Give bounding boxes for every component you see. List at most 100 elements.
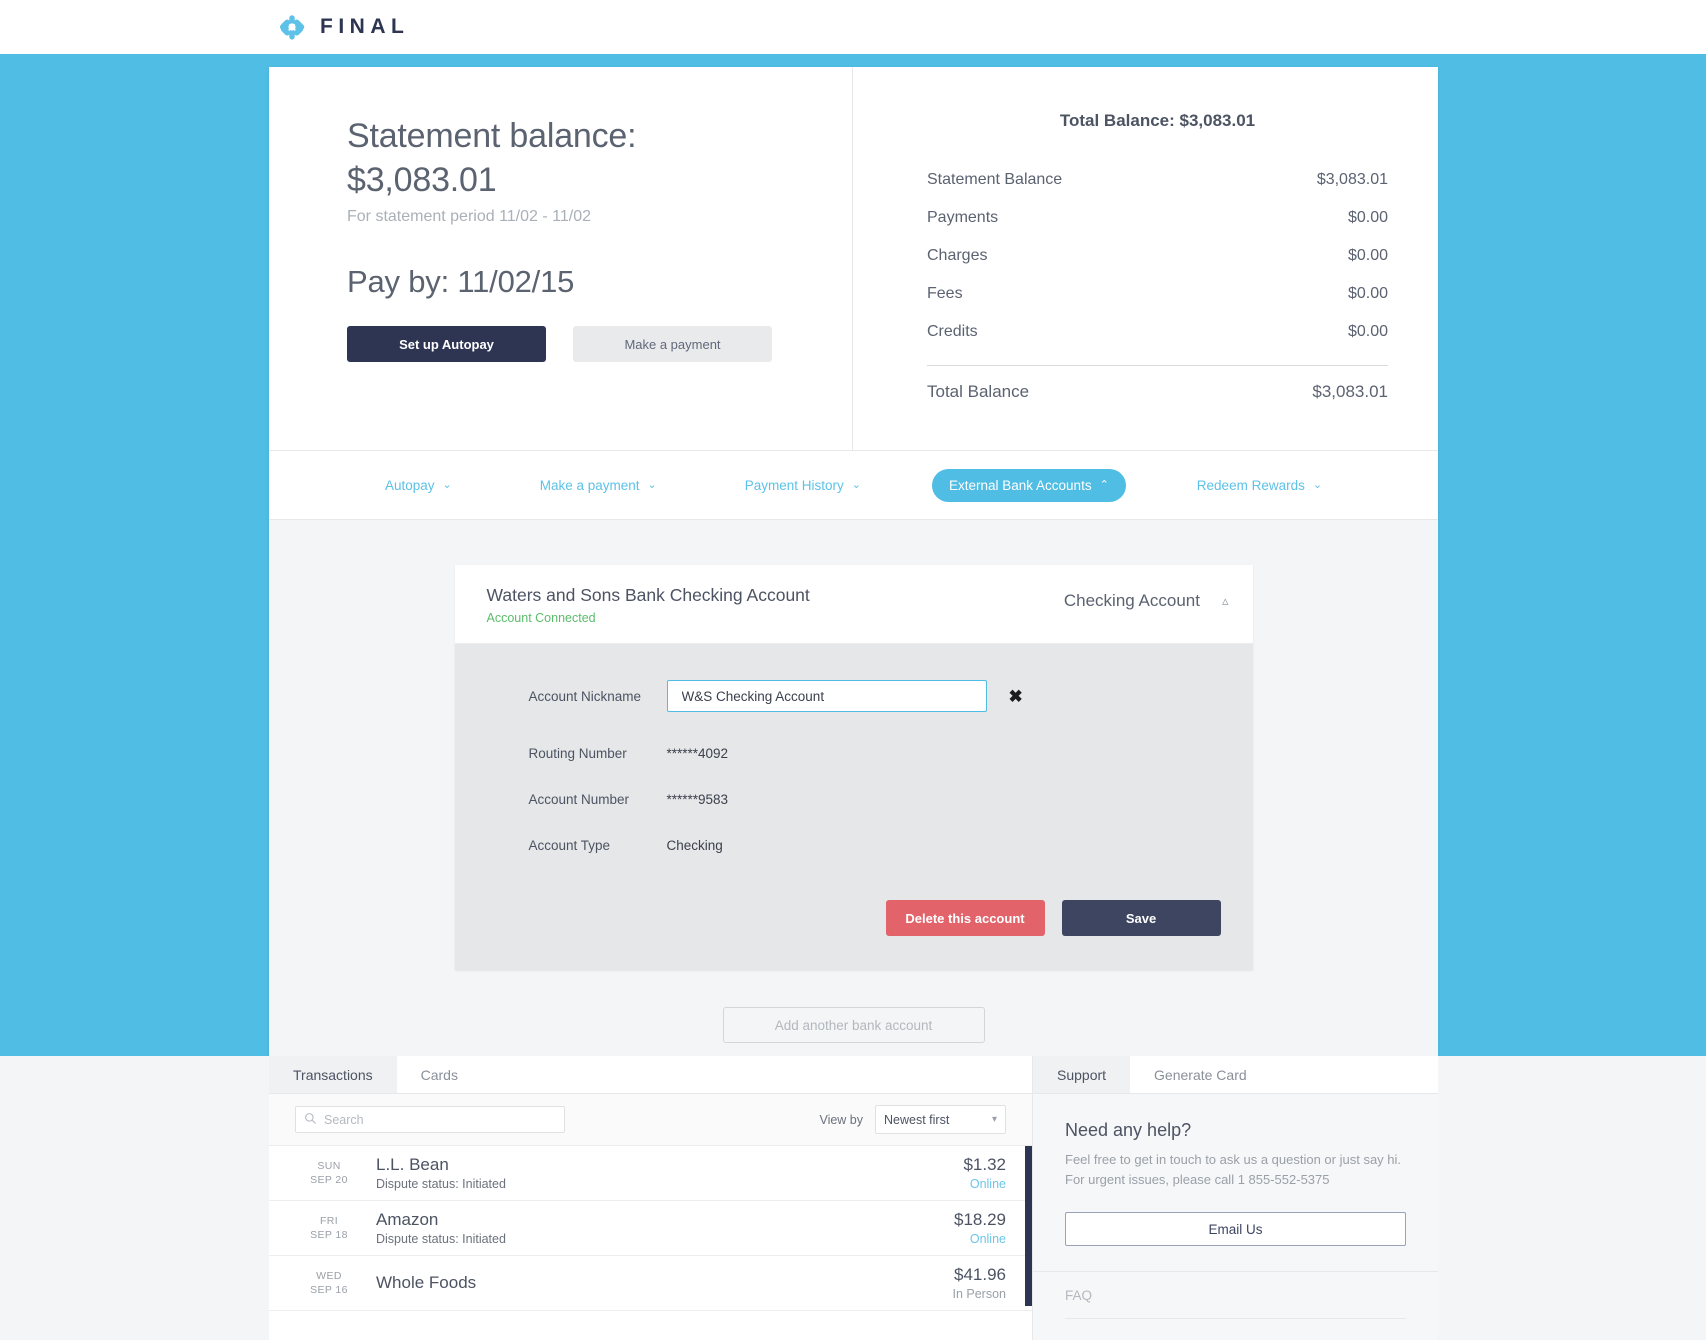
breakdown-label: Charges	[927, 247, 988, 264]
app-root: FINAL Statement balance: $3,083.01 For s…	[0, 0, 1706, 1340]
transaction-channel: Online	[969, 1232, 1006, 1246]
add-another-bank-account-button[interactable]: Add another bank account	[722, 1007, 985, 1043]
total-balance-header: Total Balance: $3,083.01	[1059, 111, 1256, 130]
view-by-select[interactable]: Newest first ▾	[875, 1105, 1006, 1134]
pay-by-date: Pay by: 11/02/15	[347, 264, 575, 300]
transactions-tabs: Transactions Cards	[269, 1056, 1032, 1094]
chevron-down-icon: ▾	[991, 1114, 997, 1125]
account-nickname-label: Account Nickname	[528, 688, 642, 704]
email-us-button[interactable]: Email Us	[1065, 1212, 1406, 1247]
delete-account-button[interactable]: Delete this account	[885, 900, 1045, 936]
bank-account-form: Account Nickname ✖ Routing Number ******…	[454, 644, 1253, 970]
top-bar: FINAL	[0, 0, 1706, 54]
breakdown-divider	[927, 365, 1388, 366]
transaction-monthday: SEP 16	[310, 1284, 348, 1296]
transaction-merchant: L.L. Bean	[376, 1155, 449, 1174]
transaction-row[interactable]: SUN SEP 20 L.L. Bean Dispute status: Ini…	[269, 1146, 1032, 1201]
tab-generate-card[interactable]: Generate Card	[1130, 1056, 1271, 1093]
summary-actions: Set up Autopay Make a payment	[347, 326, 852, 363]
breakdown-row: Credits $0.00	[927, 313, 1388, 351]
save-button[interactable]: Save	[1061, 900, 1221, 936]
support-title: Need any help?	[1065, 1120, 1192, 1140]
support-text: Feel free to get in touch to ask us a qu…	[1065, 1150, 1406, 1190]
search-box	[295, 1106, 565, 1133]
bottom-section: Transactions Cards View by Ne	[0, 1056, 1706, 1340]
transactions-panel: Transactions Cards View by Ne	[269, 1056, 1033, 1340]
transaction-date: WED SEP 16	[295, 1269, 363, 1297]
transaction-details: L.L. Bean Dispute status: Initiated	[363, 1155, 963, 1191]
breakdown-row: Statement Balance $3,083.01	[927, 161, 1388, 199]
transaction-row[interactable]: FRI SEP 18 Amazon Dispute status: Initia…	[269, 1201, 1032, 1256]
faq-divider	[1065, 1318, 1406, 1320]
chevron-down-icon: ⌄	[442, 478, 452, 491]
breakdown-amount: $0.00	[1347, 247, 1388, 264]
add-account-wrap: Add another bank account	[269, 1007, 1438, 1043]
faq-section[interactable]: FAQ	[1033, 1272, 1438, 1320]
statement-balance-label: Statement balance:	[347, 117, 637, 155]
statement-summary: Statement balance: $3,083.01 For stateme…	[269, 67, 853, 450]
nav-tab-label: Autopay	[384, 477, 435, 493]
account-nav: Autopay ⌄ Make a payment ⌄ Payment Histo…	[269, 451, 1438, 520]
support-text-line1: Feel free to get in touch to ask us a qu…	[1065, 1152, 1402, 1167]
transaction-amount-group: $41.96 In Person	[952, 1265, 1006, 1301]
account-number-label: Account Number	[528, 791, 630, 807]
breakdown-label: Credits	[927, 323, 978, 340]
clear-nickname-icon[interactable]: ✖	[1009, 688, 1023, 705]
transaction-weekday: SUN	[317, 1159, 341, 1172]
tab-transactions[interactable]: Transactions	[269, 1056, 397, 1093]
search-input[interactable]	[295, 1106, 565, 1133]
statement-period: For statement period 11/02 - 11/02	[347, 208, 591, 226]
bank-account-header[interactable]: Waters and Sons Bank Checking Account Ac…	[454, 565, 1253, 644]
nav-tab-label: Redeem Rewards	[1196, 477, 1305, 493]
breakdown-label: Fees	[927, 285, 963, 302]
tab-support[interactable]: Support	[1033, 1056, 1131, 1093]
breakdown-row: Charges $0.00	[927, 237, 1388, 275]
account-type-label: Account Type	[528, 837, 611, 853]
support-panel: Support Generate Card Need any help? Fee…	[1033, 1056, 1438, 1340]
transaction-amount-group: $18.29 Online	[954, 1210, 1006, 1246]
nav-tab-label: External Bank Accounts	[948, 477, 1092, 493]
make-a-payment-button[interactable]: Make a payment	[573, 326, 772, 363]
routing-number-label: Routing Number	[528, 745, 627, 761]
breakdown-label: Statement Balance	[927, 171, 1063, 188]
nav-tab-payment-history[interactable]: Payment History ⌄	[728, 469, 878, 502]
bank-account-card: Waters and Sons Bank Checking Account Ac…	[454, 565, 1253, 970]
external-bank-accounts-panel: Waters and Sons Bank Checking Account Ac…	[269, 520, 1438, 1056]
transaction-weekday: WED	[316, 1269, 342, 1282]
nav-tab-external-bank-accounts[interactable]: External Bank Accounts ⌃	[931, 468, 1126, 502]
balance-breakdown: Total Balance: $3,083.01 Statement Balan…	[853, 67, 1438, 450]
set-up-autopay-button[interactable]: Set up Autopay	[347, 326, 546, 363]
field-row-routing-number: Routing Number ******4092	[455, 738, 1253, 768]
transaction-row[interactable]: WED SEP 16 Whole Foods $41.96 In Person	[269, 1256, 1032, 1311]
breakdown-total-label: Total Balance	[927, 382, 1030, 401]
nav-tab-redeem-rewards[interactable]: Redeem Rewards ⌄	[1180, 469, 1339, 502]
statement-balance-title: Statement balance: $3,083.01	[347, 115, 852, 202]
nav-tab-autopay[interactable]: Autopay ⌄	[368, 469, 469, 502]
chevron-down-icon: ⌄	[647, 478, 657, 491]
support-text-line2: For urgent issues, please call 1 855-552…	[1065, 1172, 1330, 1188]
account-number-value: ******9583	[666, 791, 729, 807]
faq-label: FAQ	[1065, 1288, 1093, 1304]
transactions-scrollbar[interactable]	[1025, 1146, 1032, 1306]
transaction-merchant: Whole Foods	[376, 1273, 477, 1292]
transactions-toolbar: View by Newest first ▾	[269, 1094, 1032, 1146]
transaction-amount-group: $1.32 Online	[963, 1155, 1006, 1191]
bank-form-actions: Delete this account Save	[455, 876, 1253, 936]
account-card: Statement balance: $3,083.01 For stateme…	[269, 67, 1438, 1056]
breakdown-amount: $0.00	[1347, 323, 1388, 340]
chevron-up-icon: ⌃	[1099, 478, 1109, 491]
transaction-details: Whole Foods	[363, 1273, 952, 1293]
tab-cards[interactable]: Cards	[396, 1056, 482, 1093]
brand-logo[interactable]: FINAL	[278, 13, 409, 41]
bank-account-type-group: Checking Account ▵	[1064, 585, 1229, 611]
view-by-group: View by Newest first ▾	[819, 1105, 1006, 1134]
nav-tab-make-a-payment[interactable]: Make a payment ⌄	[523, 469, 674, 502]
transaction-status: Dispute status: Initiated	[376, 1232, 506, 1246]
breakdown-label: Payments	[927, 209, 999, 226]
account-nickname-input[interactable]	[666, 680, 987, 712]
chevron-up-icon[interactable]: ▵	[1222, 593, 1229, 609]
view-by-value: Newest first	[884, 1112, 950, 1127]
transactions-list: SUN SEP 20 L.L. Bean Dispute status: Ini…	[269, 1146, 1032, 1311]
bottom-panels: Transactions Cards View by Ne	[269, 1056, 1438, 1340]
breakdown-total-amount: $3,083.01	[1312, 382, 1388, 401]
